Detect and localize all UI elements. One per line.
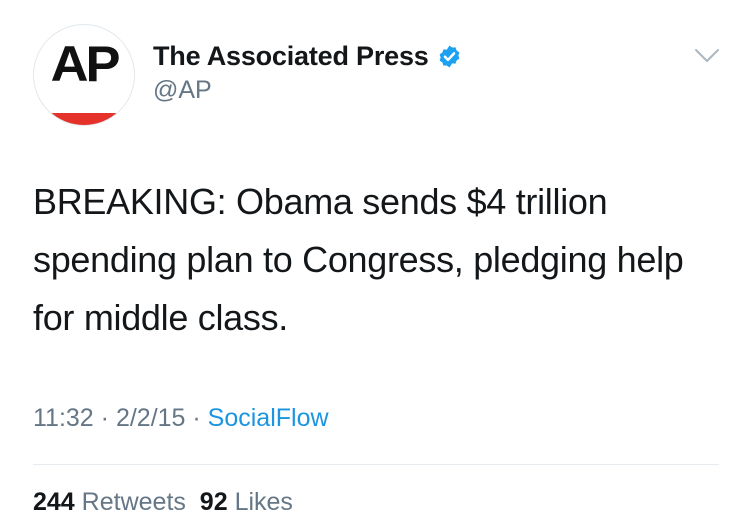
tweet-date[interactable]: 2/2/15 — [116, 404, 186, 433]
author-name-row: The Associated Press — [153, 40, 462, 72]
verified-badge-icon — [439, 45, 460, 67]
retweets-count: 244 — [33, 488, 75, 516]
ap-logo-text: AP — [50, 36, 121, 92]
avatar[interactable]: AP — [33, 24, 135, 126]
meta-separator: · — [93, 404, 116, 432]
likes-count: 92 — [199, 488, 228, 516]
account-handle[interactable]: @AP — [153, 76, 212, 105]
tweet-stats: 244 Retweets 92 Likes — [33, 488, 293, 517]
chevron-down-icon[interactable] — [694, 48, 720, 64]
display-name[interactable]: The Associated Press — [153, 41, 429, 72]
retweets-stat[interactable]: 244 Retweets — [33, 488, 186, 517]
avatar-red-band — [34, 113, 134, 125]
retweets-label: Retweets — [81, 488, 186, 516]
meta-separator: · — [185, 404, 208, 432]
likes-label: Likes — [234, 488, 293, 516]
divider — [33, 464, 719, 465]
tweet-text: BREAKING: Obama sends $4 trillion spendi… — [33, 181, 684, 338]
tweet-metadata: 11:32 · 2/2/15 · SocialFlow — [33, 404, 329, 433]
likes-stat[interactable]: 92 Likes — [200, 488, 293, 517]
tweet-source-link[interactable]: SocialFlow — [208, 404, 329, 433]
tweet-time[interactable]: 11:32 — [33, 404, 94, 433]
